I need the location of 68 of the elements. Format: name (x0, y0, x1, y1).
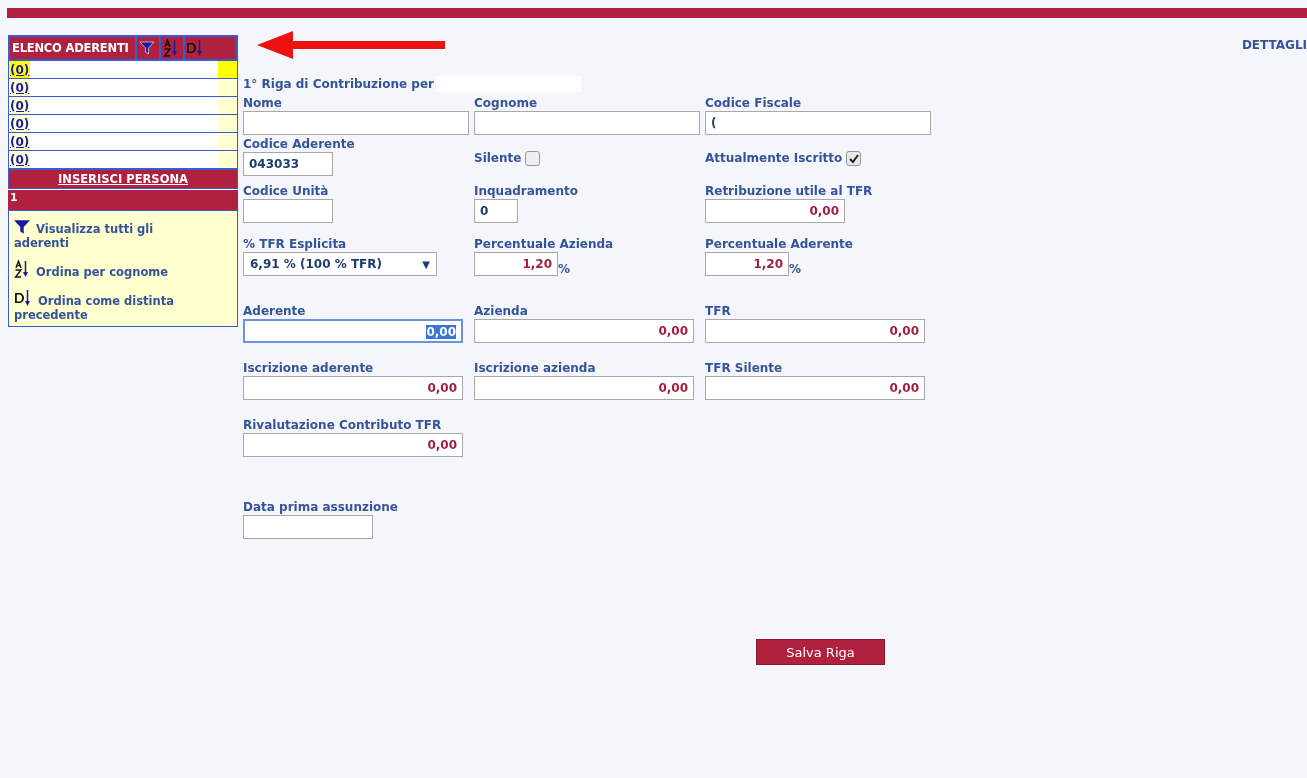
sort-az-icon (14, 260, 30, 278)
count-link[interactable]: (0) (10, 62, 30, 77)
input-field[interactable]: 0,00 (474, 376, 694, 400)
field-label: Nome (243, 96, 283, 111)
input-field[interactable]: 0,00 (243, 319, 463, 343)
percent-sign: % (558, 262, 571, 276)
input-field[interactable] (243, 515, 373, 539)
input-field[interactable] (243, 111, 469, 135)
sort-d-icon (14, 289, 32, 307)
field-label: Iscrizione aderente (243, 361, 375, 376)
count-link[interactable]: (0) (10, 152, 30, 167)
field-label: TFR (705, 304, 732, 319)
filter-button[interactable] (134, 37, 157, 59)
count-link[interactable]: (0) (10, 80, 30, 95)
field-label: Data prima assunzione (243, 500, 399, 515)
field-label: Inquadramento (474, 184, 579, 199)
count-link[interactable]: (0) (10, 116, 30, 131)
list-title: ELENCO ADERENTI (11, 41, 130, 55)
field-label: Attualmente Iscritto (705, 151, 843, 166)
input-field[interactable]: 0,00 (243, 433, 463, 457)
list-item[interactable]: (0) (8, 133, 238, 151)
details-link[interactable]: DETTAGLI (1241, 38, 1307, 52)
field-label: Rivalutazione Contributo TFR (243, 418, 443, 433)
list-item[interactable]: (0) (8, 79, 238, 97)
insert-person-link[interactable]: INSERISCI PERSONA (58, 172, 188, 186)
input-field[interactable]: 0,00 (705, 319, 925, 343)
field-label: % TFR Esplicita (243, 237, 348, 252)
percent-sign: % (789, 262, 802, 276)
field-label: Cognome (474, 96, 539, 111)
input-field[interactable]: 1,20 (705, 252, 789, 276)
sort-button[interactable] (182, 37, 205, 59)
input-field[interactable]: 1,20 (474, 252, 558, 276)
field-label: Codice Fiscale (705, 96, 803, 111)
input-field[interactable]: 0,00 (705, 199, 845, 223)
count-link[interactable]: (0) (10, 98, 30, 113)
field-label: Codice Aderente (243, 137, 356, 152)
save-button[interactable]: Salva Riga (756, 639, 885, 665)
field-label: Retribuzione utile al TFR (705, 184, 874, 199)
list-item[interactable]: (0) (8, 151, 238, 169)
input-field[interactable]: 0,00 (705, 376, 925, 400)
count-link[interactable]: (0) (10, 134, 30, 149)
field-label: Azienda (474, 304, 529, 319)
filter-icon (14, 219, 30, 235)
field-label: Percentuale Aderente (705, 237, 854, 252)
list-item[interactable]: (0) (8, 61, 238, 79)
legend-item: Visualizza tutti gli aderenti (14, 219, 204, 250)
list-item[interactable]: (0) (8, 115, 238, 133)
legend-item: Ordina come distinta precedente (14, 289, 204, 322)
field-label: Iscrizione azienda (474, 361, 597, 376)
checkbox[interactable] (846, 151, 862, 166)
list-item[interactable]: (0) (8, 97, 238, 115)
field-label: Codice Unità (243, 184, 330, 199)
legend-item: Ordina per cognome (14, 260, 204, 279)
input-field[interactable]: 0,00 (243, 376, 463, 400)
field-label: Percentuale Azienda (474, 237, 615, 252)
checkbox[interactable] (525, 151, 541, 166)
field-label: Aderente (243, 304, 307, 319)
input-field[interactable]: 0,00 (474, 319, 694, 343)
page-number[interactable]: 1 (8, 191, 18, 204)
input-field[interactable]: 0 (474, 199, 518, 223)
input-field[interactable]: ( (705, 111, 931, 135)
input-field[interactable]: 043033 (243, 152, 333, 176)
input-field[interactable] (474, 111, 700, 135)
dropdown[interactable]: 6,91 % (100 % TFR) ▼ (243, 252, 437, 276)
field-label: TFR Silente (705, 361, 784, 376)
input-field[interactable] (243, 199, 333, 223)
form-title: 1° Riga di Contribuzione per (243, 77, 434, 91)
field-label: Silente (474, 151, 522, 166)
